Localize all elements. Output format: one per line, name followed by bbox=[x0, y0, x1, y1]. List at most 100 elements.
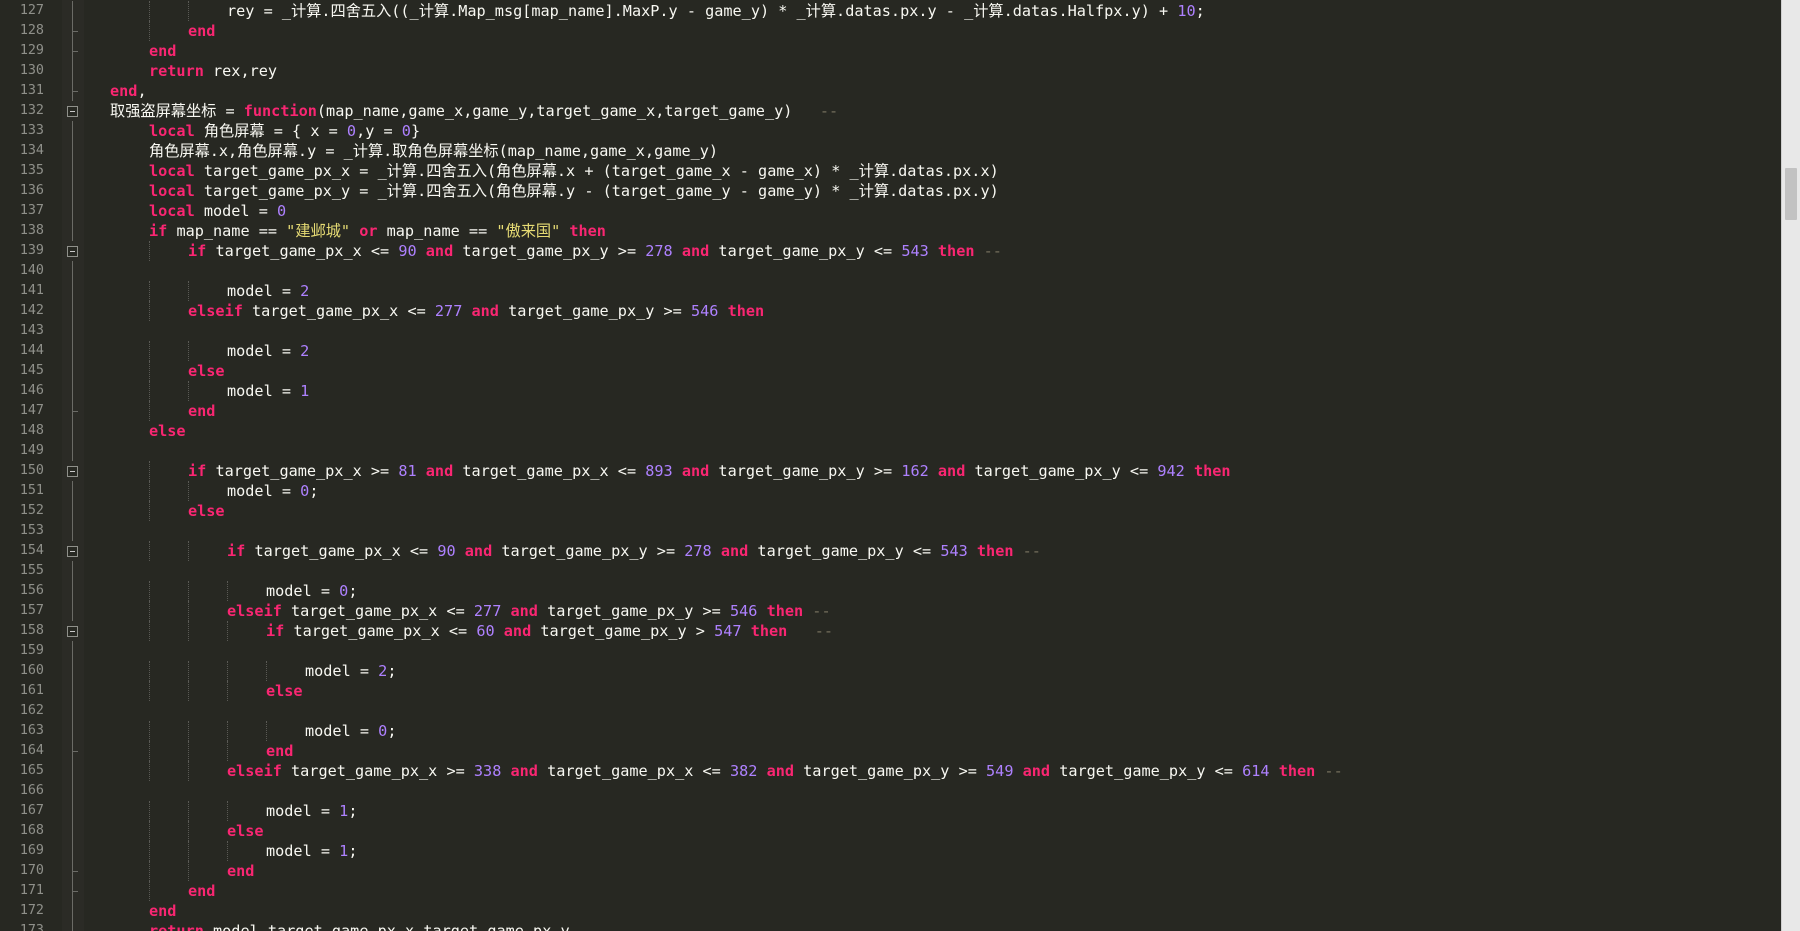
code-text: else bbox=[188, 501, 225, 521]
code-line[interactable]: model = 0; bbox=[86, 721, 1782, 741]
code-line[interactable]: end bbox=[86, 401, 1782, 421]
code-token: target_game_px_x >= bbox=[206, 462, 399, 480]
code-line[interactable] bbox=[86, 561, 1782, 581]
code-line[interactable]: model = 1 bbox=[86, 381, 1782, 401]
fold-line bbox=[72, 381, 73, 401]
code-line[interactable]: end bbox=[86, 21, 1782, 41]
code-line[interactable]: model = 2; bbox=[86, 661, 1782, 681]
code-line[interactable]: end bbox=[86, 861, 1782, 881]
code-token: then bbox=[750, 622, 788, 640]
fold-toggle-icon[interactable] bbox=[67, 106, 78, 117]
code-token: target_game_px_x <= bbox=[537, 762, 730, 780]
code-line[interactable]: end, bbox=[86, 81, 1782, 101]
code-line[interactable]: elseif target_game_px_x <= 277 and targe… bbox=[86, 601, 1782, 621]
code-line[interactable]: end bbox=[86, 901, 1782, 921]
line-number: 144 bbox=[19, 343, 44, 358]
code-line[interactable]: else bbox=[86, 361, 1782, 381]
code-line[interactable]: 取强盗屏幕坐标 = function(map_name,game_x,game_… bbox=[86, 101, 1782, 121]
fold-line bbox=[72, 641, 73, 661]
code-token: 382 bbox=[729, 762, 758, 780]
fold-line bbox=[72, 221, 73, 241]
code-line[interactable]: model = 2 bbox=[86, 341, 1782, 361]
fold-toggle-icon[interactable] bbox=[67, 246, 78, 257]
code-line[interactable]: if target_game_px_x <= 90 and target_gam… bbox=[86, 541, 1782, 561]
code-token: then bbox=[727, 302, 765, 320]
code-token: target_game_px_y <= bbox=[965, 462, 1158, 480]
code-line[interactable]: else bbox=[86, 681, 1782, 701]
code-line[interactable]: elseif target_game_px_x >= 338 and targe… bbox=[86, 761, 1782, 781]
code-line[interactable] bbox=[86, 641, 1782, 661]
fold-toggle-icon[interactable] bbox=[67, 546, 78, 557]
code-line[interactable]: local model = 0 bbox=[86, 201, 1782, 221]
code-line[interactable]: return model,target_game_px_x,target_gam… bbox=[86, 921, 1782, 931]
code-line[interactable]: rey = _计算.四舍五入((_计算.Map_msg[map_name].Ma… bbox=[86, 1, 1782, 21]
code-area[interactable]: rey = _计算.四舍五入((_计算.Map_msg[map_name].Ma… bbox=[86, 0, 1782, 931]
code-token: elseif bbox=[227, 602, 282, 620]
code-line[interactable]: if target_game_px_x <= 90 and target_gam… bbox=[86, 241, 1782, 261]
code-text: return model,target_game_px_x,target_gam… bbox=[149, 921, 570, 931]
indent-guide bbox=[188, 1, 189, 21]
code-token: then bbox=[1278, 762, 1316, 780]
code-token: model = bbox=[227, 342, 301, 360]
code-token: target_game_px_y >= bbox=[794, 762, 987, 780]
code-line[interactable]: else bbox=[86, 421, 1782, 441]
code-line[interactable]: else bbox=[86, 501, 1782, 521]
line-number: 132 bbox=[19, 103, 44, 118]
code-line[interactable]: model = 1; bbox=[86, 841, 1782, 861]
line-number: 147 bbox=[19, 403, 44, 418]
code-token: end bbox=[149, 42, 177, 60]
fold-toggle-icon[interactable] bbox=[67, 466, 78, 477]
code-line[interactable]: end bbox=[86, 881, 1782, 901]
code-line[interactable]: else bbox=[86, 821, 1782, 841]
code-line[interactable]: model = 0; bbox=[86, 481, 1782, 501]
code-text: model = 1; bbox=[266, 841, 357, 861]
code-text: model = 2 bbox=[227, 281, 309, 301]
indent-guide bbox=[149, 461, 150, 481]
code-line[interactable] bbox=[86, 521, 1782, 541]
code-line[interactable]: elseif target_game_px_x <= 277 and targe… bbox=[86, 301, 1782, 321]
code-line[interactable]: model = 2 bbox=[86, 281, 1782, 301]
code-line[interactable]: if target_game_px_x <= 60 and target_gam… bbox=[86, 621, 1782, 641]
code-line[interactable]: model = 1; bbox=[86, 801, 1782, 821]
fold-line bbox=[72, 361, 73, 381]
code-line[interactable]: local 角色屏幕 = { x = 0,y = 0} bbox=[86, 121, 1782, 141]
code-token: and bbox=[937, 462, 966, 480]
code-line[interactable] bbox=[86, 441, 1782, 461]
code-token: , bbox=[137, 82, 147, 100]
code-line[interactable]: if target_game_px_x >= 81 and target_gam… bbox=[86, 461, 1782, 481]
code-token: 1 bbox=[339, 842, 349, 860]
code-line[interactable]: 角色屏幕.x,角色屏幕.y = _计算.取角色屏幕坐标(map_name,gam… bbox=[86, 141, 1782, 161]
code-editor[interactable]: 127 128 129 130 131 132 133 134 135 136 137 138 139 1… bbox=[0, 0, 1782, 931]
code-line[interactable]: model = 0; bbox=[86, 581, 1782, 601]
code-line[interactable] bbox=[86, 321, 1782, 341]
fold-toggle-icon[interactable] bbox=[67, 626, 78, 637]
fold-margin[interactable] bbox=[62, 0, 84, 931]
code-token: model = bbox=[266, 842, 340, 860]
code-line[interactable]: end bbox=[86, 741, 1782, 761]
code-line[interactable]: if map_name == "建邺城" or map_name == "傲来国… bbox=[86, 221, 1782, 241]
code-token: model = bbox=[305, 662, 379, 680]
code-line[interactable]: local target_game_px_y = _计算.四舍五入(角色屏幕.y… bbox=[86, 181, 1782, 201]
indent-guide bbox=[188, 861, 189, 881]
code-line[interactable] bbox=[86, 701, 1782, 721]
code-token: model = bbox=[227, 282, 301, 300]
code-line[interactable]: return rex,rey bbox=[86, 61, 1782, 81]
code-text: end bbox=[188, 401, 215, 421]
code-token: local bbox=[149, 182, 195, 200]
code-line[interactable] bbox=[86, 261, 1782, 281]
code-line[interactable]: local target_game_px_x = _计算.四舍五入(角色屏幕.x… bbox=[86, 161, 1782, 181]
scrollbar-thumb[interactable] bbox=[1785, 168, 1797, 220]
code-line[interactable] bbox=[86, 781, 1782, 801]
code-token: target_game_px_y >= bbox=[498, 302, 691, 320]
line-number: 139 bbox=[19, 243, 44, 258]
code-text: local target_game_px_y = _计算.四舍五入(角色屏幕.y… bbox=[149, 181, 999, 201]
code-line[interactable]: end bbox=[86, 41, 1782, 61]
code-token: 0 bbox=[346, 122, 357, 140]
code-text: else bbox=[149, 421, 186, 441]
fold-end-tick bbox=[72, 871, 78, 872]
vertical-scrollbar[interactable] bbox=[1781, 0, 1800, 931]
